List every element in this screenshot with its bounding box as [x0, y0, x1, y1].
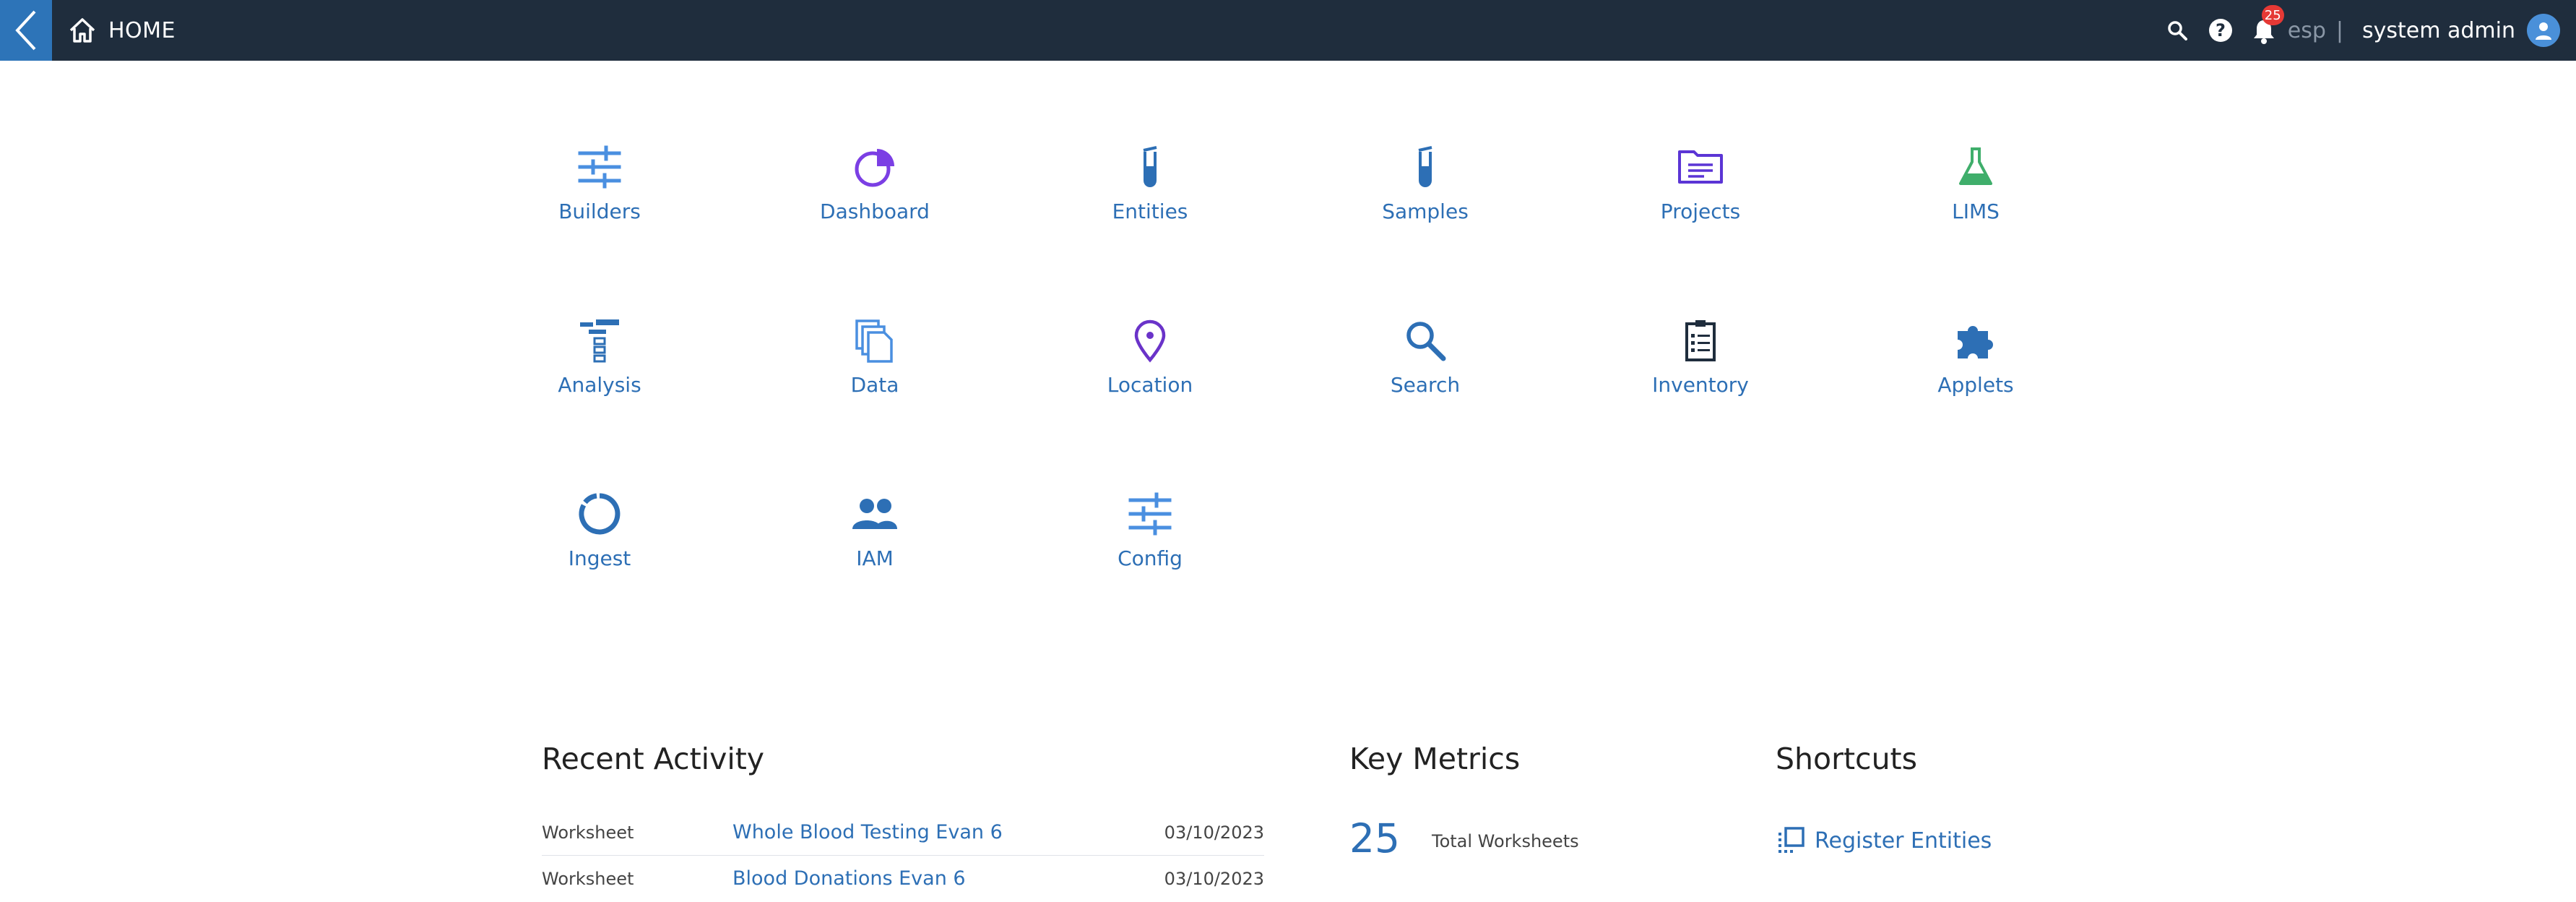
- app-label: Samples: [1382, 199, 1469, 223]
- test-tube-icon: [1143, 146, 1157, 187]
- users-icon: [852, 499, 897, 529]
- app-label: LIMS: [1952, 199, 2000, 223]
- help-icon: ?: [2208, 19, 2232, 42]
- app-applets[interactable]: Applets: [1889, 318, 2062, 419]
- app-data[interactable]: Data: [788, 318, 961, 419]
- help-button[interactable]: ?: [2208, 18, 2233, 43]
- metric-value: 25: [1349, 815, 1400, 862]
- recent-activity-title: Recent Activity: [542, 742, 765, 776]
- app-builders[interactable]: Builders: [513, 145, 686, 246]
- notification-badge: 25: [2261, 5, 2284, 25]
- pie-chart-icon: [855, 149, 894, 187]
- app-ingest[interactable]: Ingest: [513, 491, 686, 593]
- app-dashboard[interactable]: Dashboard: [788, 145, 961, 246]
- page-title: HOME: [108, 17, 176, 43]
- register-icon: [1778, 827, 1805, 853]
- app-projects[interactable]: Projects: [1614, 145, 1787, 246]
- activity-link[interactable]: Blood Donations Evan 6: [732, 867, 966, 890]
- search-icon: [2168, 21, 2187, 40]
- activity-type: Worksheet: [542, 869, 634, 889]
- search-icon: [1406, 322, 1446, 361]
- home-icon: [69, 18, 95, 43]
- search-button[interactable]: [2165, 18, 2190, 43]
- key-metrics-title: Key Metrics: [1349, 742, 1521, 776]
- activity-link[interactable]: Whole Blood Testing Evan 6: [732, 821, 1003, 843]
- app-entities[interactable]: Entities: [1063, 145, 1237, 246]
- tenant-label: esp: [2287, 17, 2326, 43]
- pipeline-icon: [580, 319, 619, 363]
- user-icon: [2536, 22, 2551, 40]
- folder-icon: [1678, 150, 1723, 184]
- app-label: Projects: [1660, 199, 1741, 223]
- sliders-icon: [578, 145, 621, 189]
- table-row: Worksheet Whole Blood Testing Evan 6 03/…: [542, 811, 1264, 856]
- test-tube-icon: [1418, 146, 1432, 187]
- clipboard-icon: [1685, 320, 1716, 361]
- sliders-icon: [1128, 492, 1172, 536]
- home-link[interactable]: HOME: [68, 0, 176, 61]
- activity-date: 03/10/2023: [1164, 869, 1264, 889]
- row-divider: [542, 855, 1264, 856]
- app-config[interactable]: Config: [1063, 491, 1237, 593]
- avatar[interactable]: [2527, 14, 2560, 47]
- app-samples[interactable]: Samples: [1339, 145, 1512, 246]
- back-button[interactable]: [0, 0, 52, 61]
- app-label: Analysis: [558, 373, 641, 397]
- shortcuts-title: Shortcuts: [1776, 742, 1917, 776]
- activity-type: Worksheet: [542, 822, 634, 843]
- app-label: Data: [850, 373, 899, 397]
- app-label: Search: [1390, 373, 1461, 397]
- app-analysis[interactable]: Analysis: [513, 318, 686, 419]
- map-pin-icon: [1134, 319, 1166, 363]
- svg-text:?: ?: [2216, 20, 2226, 40]
- shortcut-register-entities[interactable]: Register Entities: [1776, 825, 1992, 856]
- app-iam[interactable]: IAM: [788, 491, 961, 593]
- app-lims[interactable]: LIMS: [1889, 145, 2062, 246]
- app-label: Entities: [1112, 199, 1188, 223]
- app-label: Location: [1107, 373, 1193, 397]
- app-label: Inventory: [1652, 373, 1749, 397]
- app-label: Config: [1118, 546, 1183, 570]
- metric-label: Total Worksheets: [1432, 831, 1579, 851]
- flask-icon: [1959, 147, 1992, 185]
- shortcut-label: Register Entities: [1815, 828, 1992, 854]
- notifications-button[interactable]: 25: [2252, 5, 2284, 44]
- user-name[interactable]: system admin: [2362, 18, 2515, 43]
- activity-date: 03/10/2023: [1164, 822, 1264, 843]
- app-label: Dashboard: [820, 199, 930, 223]
- app-label: Ingest: [568, 546, 631, 570]
- app-location[interactable]: Location: [1063, 318, 1237, 419]
- ring-icon: [579, 493, 621, 535]
- puzzle-icon: [1958, 326, 1993, 358]
- files-icon: [855, 319, 893, 363]
- header-separator: |: [2335, 17, 2343, 43]
- app-label: Applets: [1937, 373, 2014, 397]
- app-label: Builders: [558, 199, 641, 223]
- app-search[interactable]: Search: [1339, 318, 1512, 419]
- top-bar: HOME ? 25 esp | system admin: [0, 0, 2576, 61]
- chevron-left-icon: [15, 10, 36, 51]
- app-inventory[interactable]: Inventory: [1614, 318, 1787, 419]
- table-row: Worksheet Blood Donations Evan 6 03/10/2…: [542, 857, 1264, 902]
- app-label: IAM: [856, 546, 894, 570]
